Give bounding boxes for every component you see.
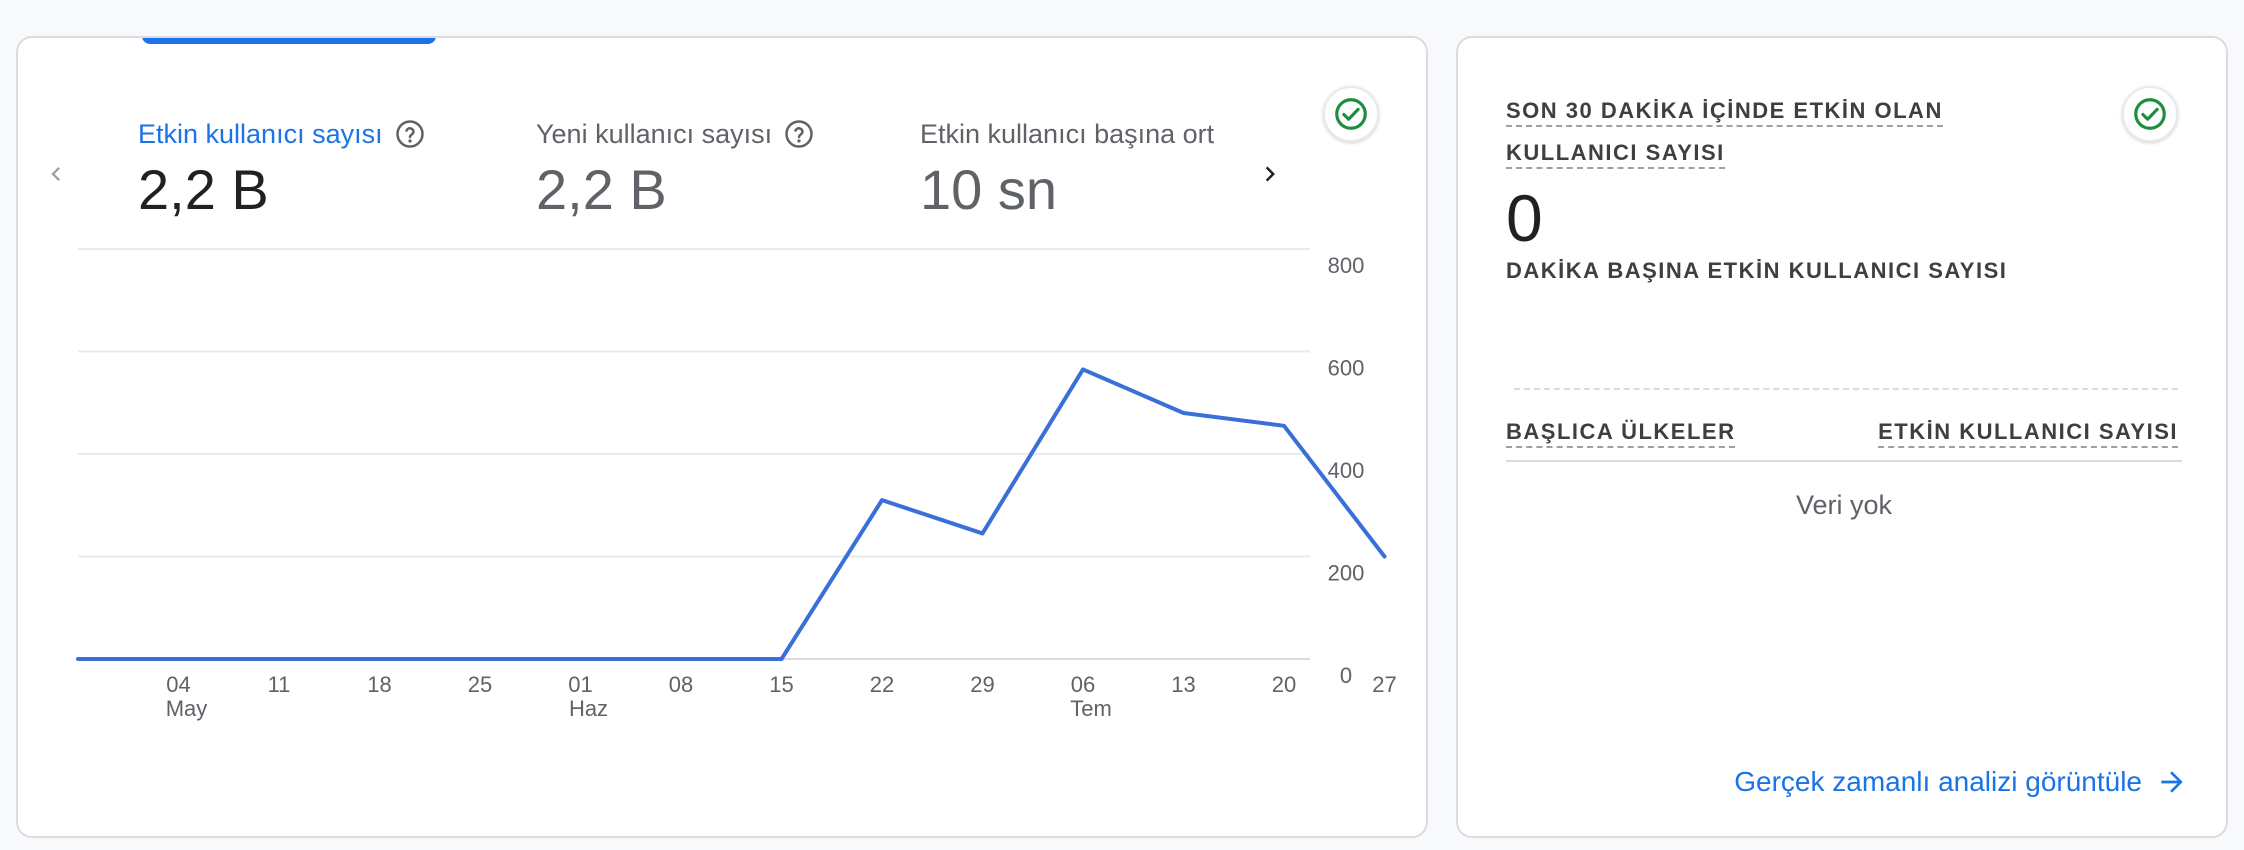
series-line <box>76 367 1387 661</box>
x-tick-label: 25 <box>468 672 492 697</box>
x-tick-label: 27 <box>1372 672 1396 697</box>
x-tick-month-label: Haz <box>569 696 608 721</box>
y-tick-label: 800 <box>1328 253 1365 278</box>
view-realtime-link[interactable]: Gerçek zamanlı analizi görüntüle <box>1734 766 2188 798</box>
overview-card: Etkin kullanıcı sayısı 2,2 B Yeni kullan… <box>16 36 1428 838</box>
y-tick-label: 400 <box>1328 458 1365 483</box>
table-divider <box>1506 460 2182 462</box>
realtime-subtitle: DAKİKA BAŞINA ETKİN KULLANICI SAYISI <box>1506 258 2008 283</box>
x-tick-month-label: Tem <box>1070 696 1112 721</box>
x-tick-label: 22 <box>870 672 894 697</box>
x-tick-label: 20 <box>1272 672 1296 697</box>
col-header-countries-text: BAŞLICA ÜLKELER <box>1506 419 1736 448</box>
view-realtime-link-label: Gerçek zamanlı analizi görüntüle <box>1734 766 2142 797</box>
realtime-title-text[interactable]: SON 30 DAKİKA İÇİNDE ETKİN OLAN KULLANIC… <box>1506 98 1943 169</box>
x-tick-label: 11 <box>268 672 291 697</box>
col-header-active-users-text: ETKİN KULLANICI SAYISI <box>1878 419 2178 448</box>
x-tick-label: 13 <box>1171 672 1195 697</box>
sparkline-placeholder <box>1514 388 2178 390</box>
realtime-card: SON 30 DAKİKA İÇİNDE ETKİN OLAN KULLANIC… <box>1456 36 2228 838</box>
line-chart: 800 600 400 200 0 04May 11 18 25 01Haz 08 15 22 29 06T… <box>76 248 1397 721</box>
x-tick-label: 29 <box>970 672 994 697</box>
y-tick-label: 600 <box>1328 356 1365 381</box>
realtime-title: SON 30 DAKİKA İÇİNDE ETKİN OLAN KULLANIC… <box>1506 90 2076 174</box>
x-tick-month-label: May <box>166 696 208 721</box>
x-tick-label: 06 <box>1071 672 1095 697</box>
empty-state-text: Veri yok <box>1795 490 1893 520</box>
col-header-active-users[interactable]: ETKİN KULLANICI SAYISI <box>1878 414 2178 450</box>
x-tick-label: 15 <box>769 672 793 697</box>
arrow-right-icon <box>2161 771 2183 793</box>
x-tick-label: 18 <box>367 672 391 697</box>
x-tick-label: 04 <box>166 672 190 697</box>
x-tick-label: 08 <box>669 672 693 697</box>
y-tick-label: 200 <box>1328 561 1365 586</box>
realtime-status-badge[interactable] <box>2122 86 2178 142</box>
check-circle-icon <box>2134 98 2166 130</box>
realtime-value: 0 <box>1506 181 1543 255</box>
col-header-countries[interactable]: BAŞLICA ÜLKELER <box>1506 414 1736 450</box>
x-tick-label: 01 <box>568 672 592 697</box>
y-tick-label: 0 <box>1340 663 1352 688</box>
